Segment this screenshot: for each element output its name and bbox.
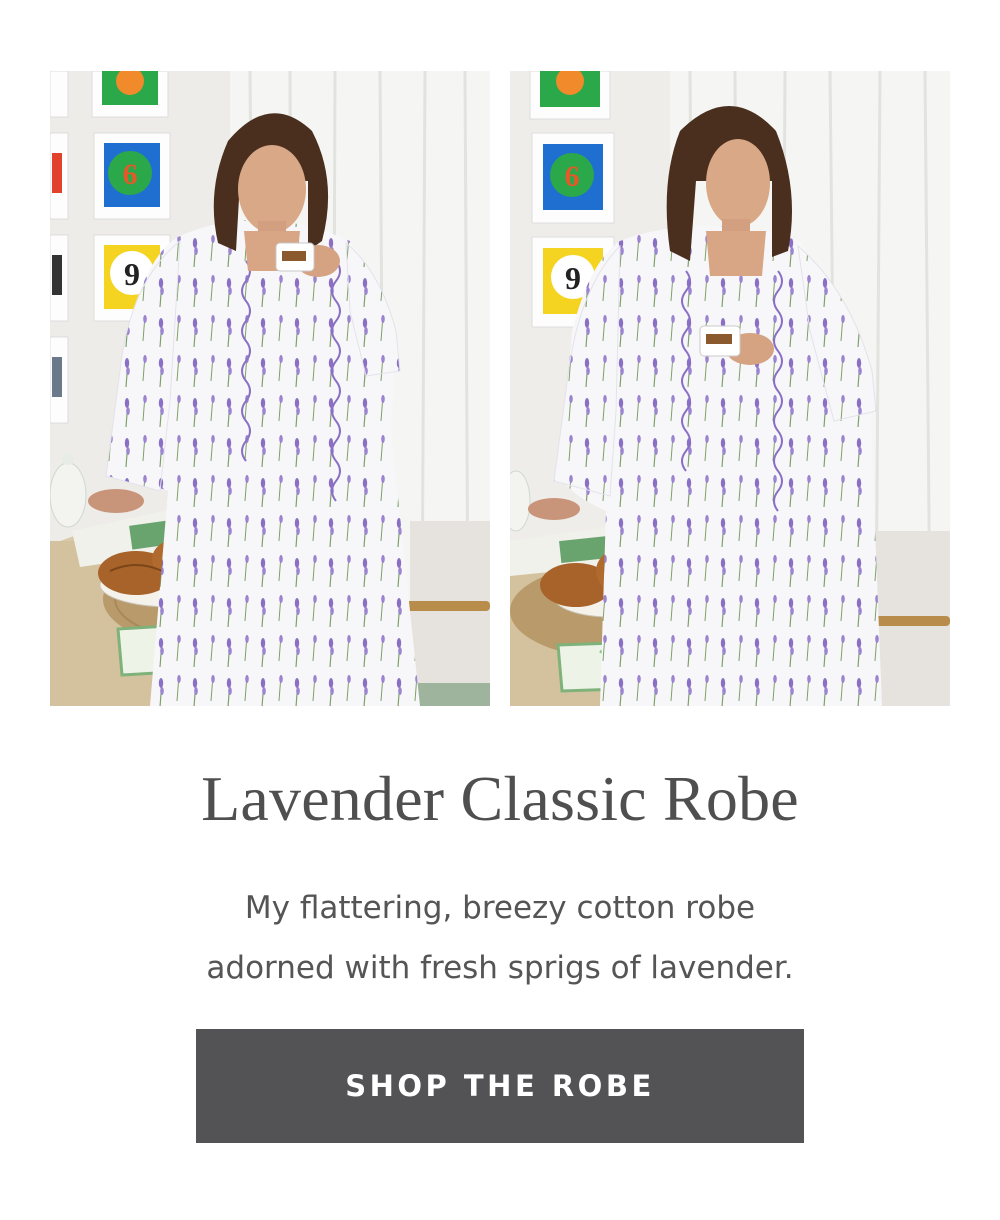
product-description-line-1: My flattering, breezy cotton robe [244, 890, 756, 926]
product-title: Lavender Classic Robe [201, 763, 799, 834]
svg-text:6: 6 [123, 158, 138, 191]
email-product-module: 6 9 6 9 Lavender Classic Robe My flatter… [0, 0, 1000, 1220]
product-description-line-2: adorned with fresh sprigs of lavender. [206, 950, 794, 986]
svg-text:9: 9 [124, 256, 140, 292]
product-photo-front-image: 6 9 [50, 71, 490, 706]
product-photo-side[interactable]: 6 9 [510, 71, 950, 706]
product-description: My flattering, breezy cotton robe adorne… [0, 878, 1000, 998]
svg-text:9: 9 [565, 260, 581, 296]
product-photo-front[interactable]: 6 9 [50, 71, 490, 706]
product-photo-side-image: 6 9 [510, 71, 950, 706]
shop-the-robe-button[interactable]: SHOP THE ROBE [196, 1029, 804, 1143]
svg-text:6: 6 [565, 160, 580, 193]
